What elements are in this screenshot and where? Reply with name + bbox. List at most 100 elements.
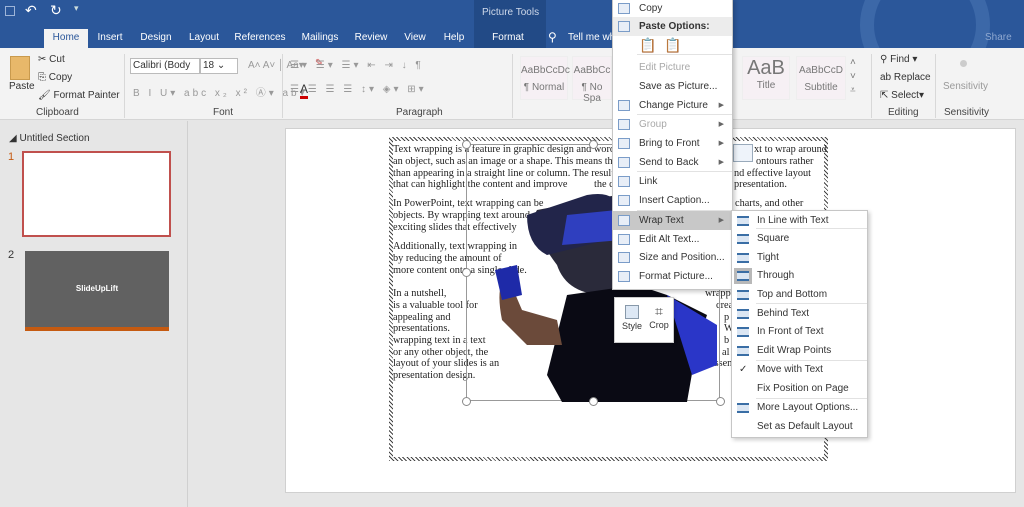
menu-item-bring-to-front[interactable]: Bring to Front ▶ <box>613 134 732 153</box>
find-button[interactable]: ⚲ Find ▾ <box>880 54 917 65</box>
tab-mailings[interactable]: Mailings <box>296 29 344 48</box>
text-line: is a valuable tool for <box>393 300 478 311</box>
tab-help[interactable]: Help <box>438 29 470 48</box>
paste-options-icons[interactable]: 📋📋 <box>639 37 690 54</box>
tab-review[interactable]: Review <box>350 29 392 48</box>
menu-item-wrap-text[interactable]: Wrap Text ▶ <box>613 211 732 230</box>
wrap-option-top-and-bottom[interactable]: Top and Bottom <box>732 286 867 304</box>
wrap-option-icon <box>737 327 749 337</box>
wrap-text-submenu: In Line with Text Square Tight Through Top a… <box>731 210 868 438</box>
wrap-option-icon <box>737 234 749 244</box>
styles-scroll-buttons[interactable]: ˄ ˅ ⩡ <box>850 56 856 98</box>
wrap-option-through[interactable]: Through <box>732 267 867 285</box>
text-line: presentation design. <box>393 370 476 381</box>
tab-layout[interactable]: Layout <box>183 29 225 48</box>
resize-handle[interactable] <box>462 397 471 406</box>
menu-item-link[interactable]: Link <box>613 172 732 191</box>
sensitivity-button[interactable]: Sensitivity <box>943 81 988 92</box>
style-normal[interactable]: AaBbCcDc ¶ Normal <box>520 56 570 100</box>
wrap-option-tight[interactable]: Tight <box>732 249 867 267</box>
format-painter-button[interactable]: 🖌 Format Painter <box>38 90 120 101</box>
style-title[interactable]: AaB Title <box>742 56 790 100</box>
paste-icon <box>10 56 30 80</box>
save-icon[interactable] <box>5 6 15 16</box>
copy-button[interactable]: ⎘ Copy <box>38 72 72 83</box>
resize-handle[interactable] <box>589 140 598 149</box>
customize-toolbar-icon[interactable]: ▾ <box>74 3 79 14</box>
size-position-icon <box>618 252 630 263</box>
text-line: In a nutshell, <box>393 288 447 299</box>
cut-button[interactable]: ✂ Cut <box>38 54 65 65</box>
wrap-option-more-layout-options[interactable]: More Layout Options... <box>732 399 867 417</box>
context-menu: 📋📋 Copy Paste Options: Edit Picture Save as … <box>612 0 733 290</box>
wrap-option-icon <box>737 253 749 263</box>
wrap-option-in-front-of-text[interactable]: In Front of Text <box>732 323 867 341</box>
wrap-option-fix-position-on-page[interactable]: Fix Position on Page <box>732 380 867 398</box>
align-buttons[interactable]: ☰ ☰ ☰ ☰ ↕▾ ◈▾ ⊞▾ <box>290 84 427 95</box>
submenu-arrow-icon: ▶ <box>718 102 724 109</box>
wrap-option-in-line-with-text[interactable]: In Line with Text <box>732 212 867 230</box>
menu-item-group[interactable]: Group ▶ <box>613 115 732 134</box>
submenu-arrow-icon: ▶ <box>718 121 724 128</box>
paste-button[interactable]: Paste <box>9 81 35 92</box>
tab-format[interactable]: Format <box>480 29 536 48</box>
layout-options-icon[interactable] <box>733 144 753 162</box>
tab-view[interactable]: View <box>399 29 431 48</box>
share-button[interactable]: Share <box>985 32 1012 43</box>
menu-item-send-to-back[interactable]: Send to Back ▶ <box>613 153 732 172</box>
slide-thumbnail-1[interactable] <box>22 151 171 237</box>
select-button[interactable]: ⇱ Select▾ <box>880 90 924 101</box>
menu-item-edit-picture[interactable]: Edit Picture <box>613 58 732 77</box>
undo-icon[interactable]: ↶ <box>25 2 37 19</box>
link-icon <box>618 176 630 187</box>
menu-item-change-picture[interactable]: Change Picture ▶ <box>613 96 732 115</box>
resize-handle[interactable] <box>462 268 471 277</box>
font-group-label: Font <box>213 107 234 118</box>
resize-handle[interactable] <box>716 397 725 406</box>
resize-handle[interactable] <box>462 140 471 149</box>
wrap-option-behind-text[interactable]: Behind Text <box>732 305 867 323</box>
wrap-option-set-as-default-layout[interactable]: Set as Default Layout <box>732 418 867 436</box>
wrap-option-move-with-text[interactable]: ✓ Move with Text <box>732 361 867 379</box>
tab-design[interactable]: Design <box>135 29 177 48</box>
section-header[interactable]: ◢ Untitled Section <box>9 133 90 144</box>
wrap-option-icon <box>737 309 749 319</box>
copy-icon <box>618 3 630 14</box>
menu-item-save-as-picture[interactable]: Save as Picture... <box>613 77 732 96</box>
text-line: appealing and <box>393 312 451 323</box>
wrap-option-edit-wrap-points[interactable]: Edit Wrap Points <box>732 342 867 360</box>
list-buttons[interactable]: ☰▾ ☰▾ ☰▾ ⇤ ⇥ ↓ ¶ <box>290 60 424 71</box>
replace-button[interactable]: ab Replace <box>880 72 931 83</box>
style-button[interactable]: Style <box>621 303 643 341</box>
crop-button[interactable]: ⌗ Crop <box>647 303 671 341</box>
wrap-option-square[interactable]: Square <box>732 230 867 248</box>
tab-insert[interactable]: Insert <box>92 29 128 48</box>
text-line: presentations. <box>393 323 450 334</box>
change-picture-icon <box>618 100 630 111</box>
menu-item-size-and-position[interactable]: Size and Position... <box>613 248 732 267</box>
menu-item-copy[interactable]: Copy <box>613 0 732 18</box>
tab-home[interactable]: Home <box>44 29 88 48</box>
resize-handle[interactable] <box>589 397 598 406</box>
format-picture-icon <box>618 271 630 282</box>
send-back-icon <box>618 157 630 168</box>
menu-item-paste-options[interactable]: Paste Options: <box>613 17 732 36</box>
text-line: p <box>724 312 730 323</box>
menu-item-edit-alt-text[interactable]: Edit Alt Text... <box>613 230 732 249</box>
slide-thumbnail-2[interactable]: SlideUpLift <box>25 251 169 331</box>
style-no-spacing[interactable]: AaBbCc ¶ No Spa <box>572 56 612 104</box>
redo-icon[interactable]: ↻ <box>50 2 62 19</box>
style-subtitle[interactable]: AaBbCcD Subtitle <box>796 56 846 100</box>
lightbulb-icon: ⚲ <box>548 30 557 44</box>
slide-number: 2 <box>8 249 15 261</box>
font-size-select[interactable]: 18 ⌄ <box>200 58 238 74</box>
sensitivity-group-label: Sensitivity <box>944 107 990 118</box>
text-line: b <box>724 335 730 346</box>
wrap-option-icon <box>734 268 752 284</box>
menu-item-format-picture[interactable]: Format Picture... <box>613 267 732 286</box>
wrap-text-icon <box>618 215 630 226</box>
text-line: nd effective layout <box>734 168 812 179</box>
menu-item-insert-caption[interactable]: Insert Caption... <box>613 191 732 210</box>
font-name-select[interactable]: Calibri (Body <box>130 58 200 74</box>
tab-references[interactable]: References <box>233 29 287 48</box>
